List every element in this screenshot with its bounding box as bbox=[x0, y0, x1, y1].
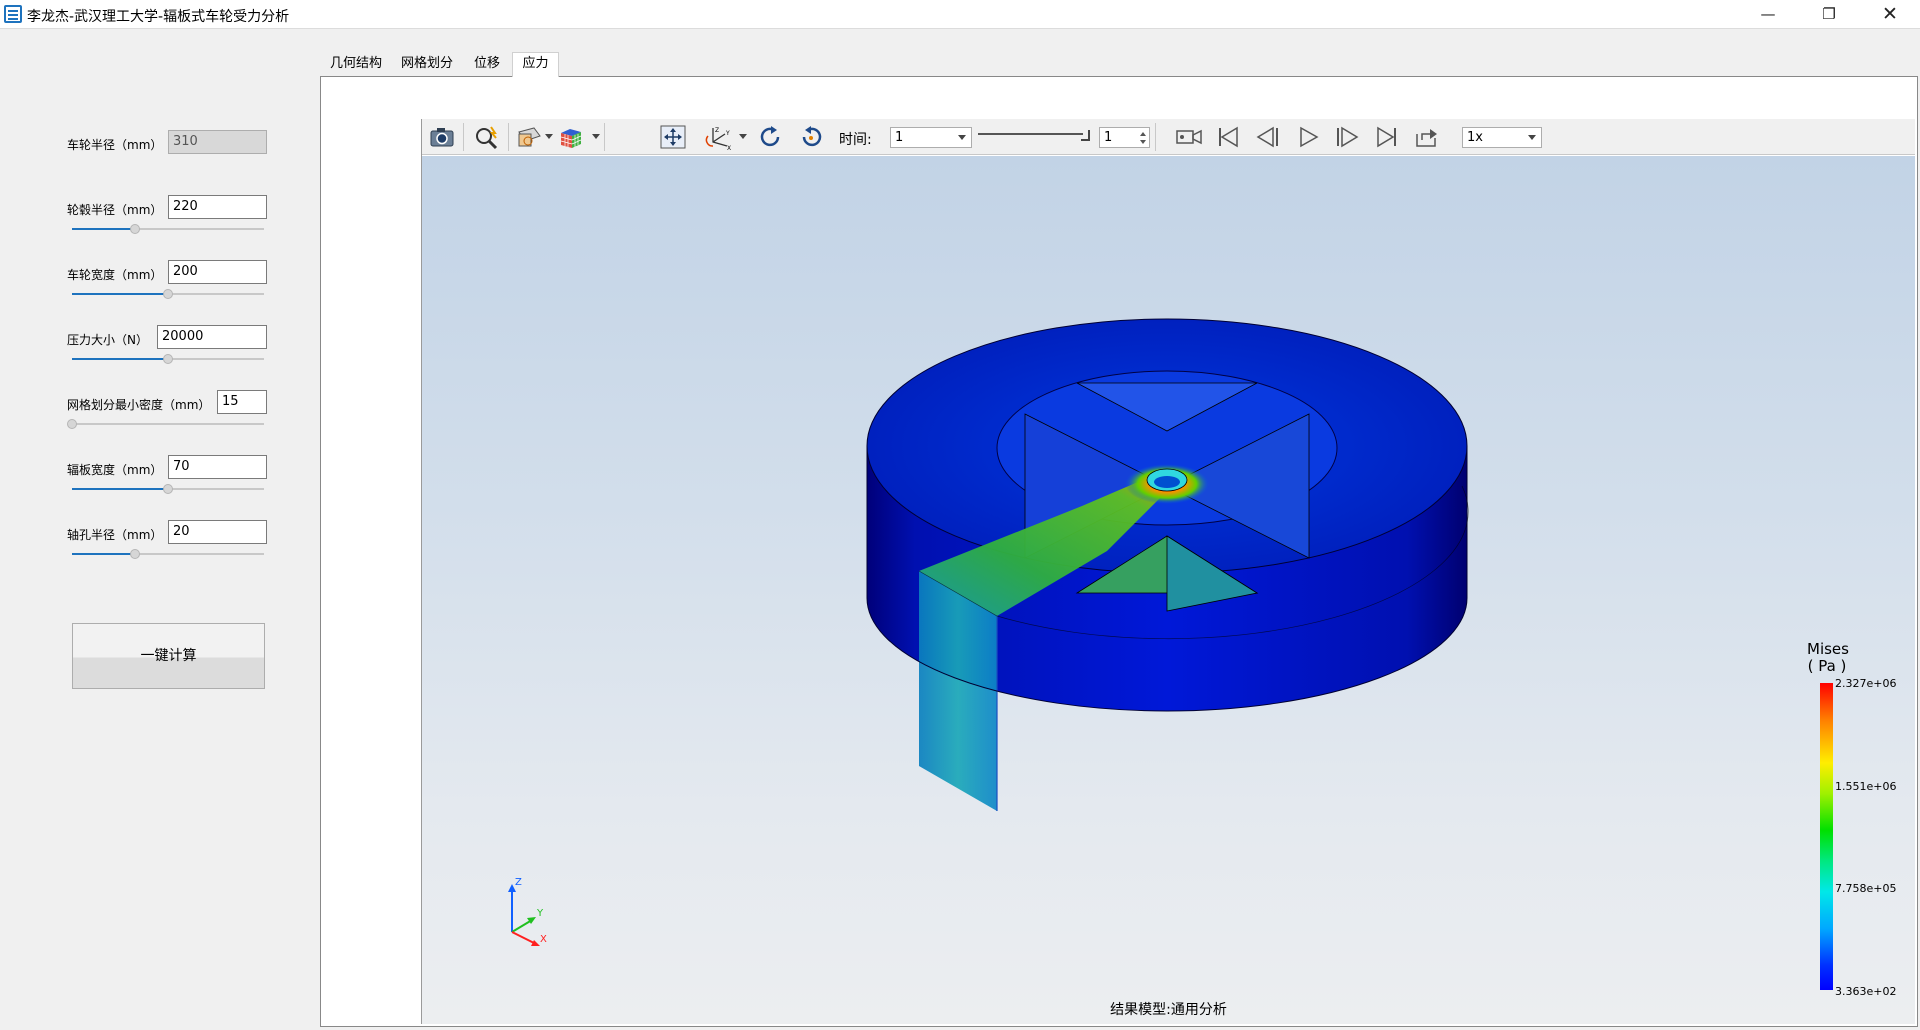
legend-tick: 1.551e+06 bbox=[1835, 780, 1897, 793]
axle-hole-label: 轴孔半径（mm） bbox=[67, 528, 163, 542]
time-slider[interactable] bbox=[978, 130, 1090, 144]
axis-y-label: Y bbox=[536, 908, 544, 919]
axis-z-label: Z bbox=[515, 877, 522, 888]
wheel-width-input[interactable]: 200 bbox=[168, 260, 267, 284]
clip-plane-icon[interactable] bbox=[514, 124, 544, 150]
axle-hole-input[interactable]: 20 bbox=[168, 520, 267, 544]
chevron-down-icon[interactable] bbox=[545, 134, 553, 139]
close-icon[interactable]: ✕ bbox=[1862, 0, 1918, 29]
mesh-density-input[interactable]: 15 bbox=[217, 390, 267, 414]
svg-text:Z: Z bbox=[715, 127, 719, 134]
next-frame-icon[interactable] bbox=[1332, 124, 1362, 150]
chevron-down-icon[interactable] bbox=[592, 134, 600, 139]
time-label: 时间: bbox=[839, 132, 872, 148]
tab-displacement[interactable]: 位移 bbox=[467, 53, 507, 76]
probe-icon[interactable] bbox=[472, 124, 502, 150]
rotate-cw-icon[interactable] bbox=[756, 124, 786, 150]
spin-down-icon[interactable] bbox=[1140, 140, 1146, 144]
legend-unit: ( Pa ) bbox=[1807, 657, 1847, 675]
svg-text:Y: Y bbox=[725, 130, 730, 137]
chevron-down-icon[interactable] bbox=[739, 134, 747, 139]
pressure-label: 压力大小（N） bbox=[67, 333, 148, 347]
viewer-toolbar: ZY X 时间: 1 1 1x bbox=[422, 119, 1915, 155]
chevron-down-icon bbox=[958, 135, 966, 140]
3d-canvas[interactable]: Mises ( Pa ) 2.327e+06 1.551e+06 7.758e+… bbox=[422, 156, 1915, 1024]
restore-icon[interactable]: ❐ bbox=[1801, 0, 1857, 29]
record-icon[interactable] bbox=[1174, 124, 1204, 150]
plate-width-slider[interactable] bbox=[72, 483, 264, 495]
slider-thumb[interactable] bbox=[67, 419, 77, 429]
legend-title: Mises bbox=[1807, 640, 1849, 658]
legend-tick: 2.327e+06 bbox=[1835, 677, 1897, 690]
svg-text:X: X bbox=[727, 145, 731, 150]
calculate-button[interactable]: 一键计算 bbox=[72, 623, 265, 689]
tab-stress[interactable]: 应力 bbox=[512, 52, 559, 77]
chevron-down-icon bbox=[1528, 135, 1536, 140]
mesh-density-label: 网格划分最小密度（mm） bbox=[67, 398, 211, 412]
prev-frame-icon[interactable] bbox=[1253, 124, 1283, 150]
legend-tick: 3.363e+02 bbox=[1835, 985, 1897, 998]
title-bar: 李龙杰-武汉理工大学-辐板式车轮受力分析 — ❐ ✕ bbox=[0, 0, 1920, 29]
hub-radius-label: 轮毂半径（mm） bbox=[67, 203, 163, 217]
app-window: 李龙杰-武汉理工大学-辐板式车轮受力分析 — ❐ ✕ 车轮半径（mm） 310 … bbox=[0, 0, 1920, 1030]
first-frame-icon[interactable] bbox=[1213, 124, 1243, 150]
slider-thumb[interactable] bbox=[163, 354, 173, 364]
legend-tick: 7.758e+05 bbox=[1835, 882, 1897, 895]
hub-radius-input[interactable]: 220 bbox=[168, 195, 267, 219]
frame-spinbox-value: 1 bbox=[1104, 130, 1113, 145]
last-frame-icon[interactable] bbox=[1372, 124, 1402, 150]
wheel-radius-input: 310 bbox=[168, 130, 267, 154]
wheel-stress-model bbox=[866, 318, 1469, 811]
wheel-width-slider[interactable] bbox=[72, 288, 264, 300]
play-icon[interactable] bbox=[1293, 124, 1323, 150]
axle-hole-slider[interactable] bbox=[72, 548, 264, 560]
status-label: 结果模型:通用分析 bbox=[1110, 1002, 1227, 1018]
plate-width-label: 辐板宽度（mm） bbox=[67, 463, 163, 477]
plate-width-input[interactable]: 70 bbox=[168, 455, 267, 479]
pressure-input[interactable]: 20000 bbox=[157, 325, 267, 349]
window-title: 李龙杰-武汉理工大学-辐板式车轮受力分析 bbox=[27, 9, 290, 25]
result-viewer: ZYX 时间: 1 1 1x Mises (Pa) 2.327e+06 1.… bbox=[421, 119, 1915, 1024]
wheel-width-label: 车轮宽度（mm） bbox=[67, 268, 163, 282]
slider-thumb[interactable] bbox=[163, 289, 173, 299]
minimize-icon[interactable]: — bbox=[1740, 0, 1796, 29]
axis-x-label: X bbox=[540, 934, 547, 945]
rotate-ccw-icon[interactable] bbox=[796, 124, 826, 150]
slider-thumb[interactable] bbox=[130, 549, 141, 559]
camera-icon[interactable] bbox=[427, 124, 457, 150]
pressure-slider[interactable] bbox=[72, 353, 264, 365]
mesh-density-slider[interactable] bbox=[67, 418, 264, 430]
time-select-value: 1 bbox=[895, 130, 904, 145]
wheel-radius-label: 车轮半径（mm） bbox=[67, 138, 163, 152]
parameter-panel: 车轮半径（mm） 310 轮毂半径（mm） 220 车轮宽度（mm） 200 压… bbox=[0, 29, 318, 1030]
tab-mesh[interactable]: 网格划分 bbox=[396, 53, 458, 76]
frame-spinbox[interactable]: 1 bbox=[1099, 127, 1150, 148]
slider-thumb[interactable] bbox=[163, 484, 173, 494]
app-icon bbox=[4, 5, 22, 23]
tab-geometry[interactable]: 几何结构 bbox=[326, 53, 386, 76]
legend-color-bar bbox=[1820, 683, 1833, 990]
speed-select[interactable]: 1x bbox=[1462, 127, 1542, 148]
axes-triad: Z Y X bbox=[508, 877, 547, 946]
color-cube-icon[interactable] bbox=[557, 124, 587, 150]
speed-select-value: 1x bbox=[1467, 130, 1483, 145]
axes-orient-icon[interactable]: Z Y X bbox=[705, 124, 735, 150]
export-icon[interactable] bbox=[1412, 124, 1442, 150]
fit-view-icon[interactable] bbox=[658, 124, 688, 150]
spin-up-icon[interactable] bbox=[1140, 132, 1146, 136]
hub-radius-slider[interactable] bbox=[72, 223, 264, 235]
time-select[interactable]: 1 bbox=[890, 127, 972, 148]
slider-thumb[interactable] bbox=[130, 224, 141, 234]
